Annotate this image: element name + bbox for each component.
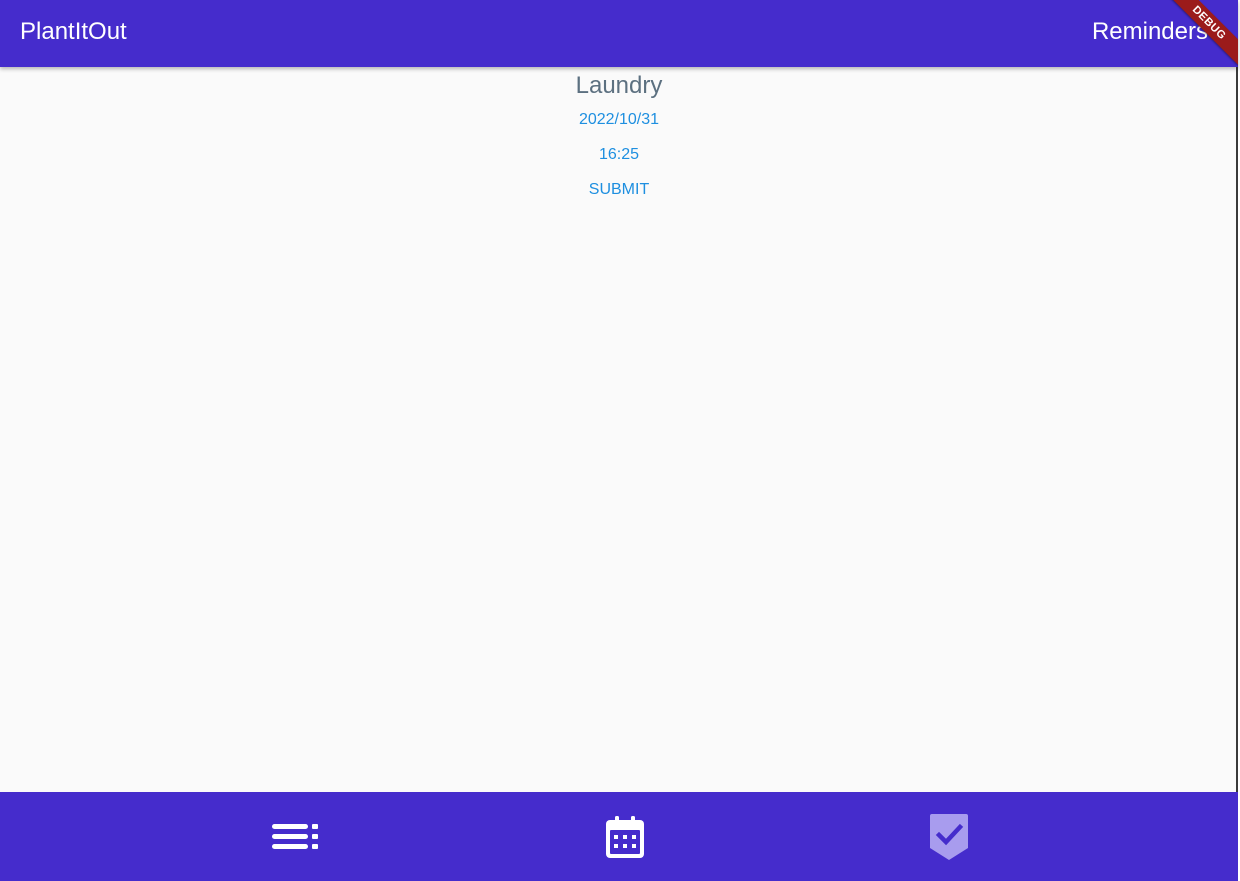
calendar-icon (606, 816, 644, 858)
submit-button[interactable]: SUBMIT (581, 176, 657, 204)
task-check-icon (930, 814, 968, 860)
bottom-navigation (0, 792, 1238, 881)
app-window: PlantItOut Reminders DEBUG Laundry 2022/… (0, 0, 1238, 881)
time-picker-button[interactable]: 16:25 (591, 141, 647, 169)
app-title: PlantItOut (20, 18, 127, 45)
nav-item-reminders[interactable] (919, 812, 979, 862)
date-picker-button[interactable]: 2022/10/31 (571, 106, 667, 134)
nav-item-calendar[interactable] (595, 812, 655, 862)
nav-item-list[interactable] (265, 812, 325, 862)
app-bar: PlantItOut Reminders DEBUG (0, 0, 1238, 67)
reminders-action[interactable]: Reminders (1092, 17, 1208, 47)
reminder-title: Laundry (575, 72, 663, 99)
list-icon (272, 824, 318, 849)
reminder-form: Laundry 2022/10/31 16:25 SUBMIT (0, 67, 1238, 792)
